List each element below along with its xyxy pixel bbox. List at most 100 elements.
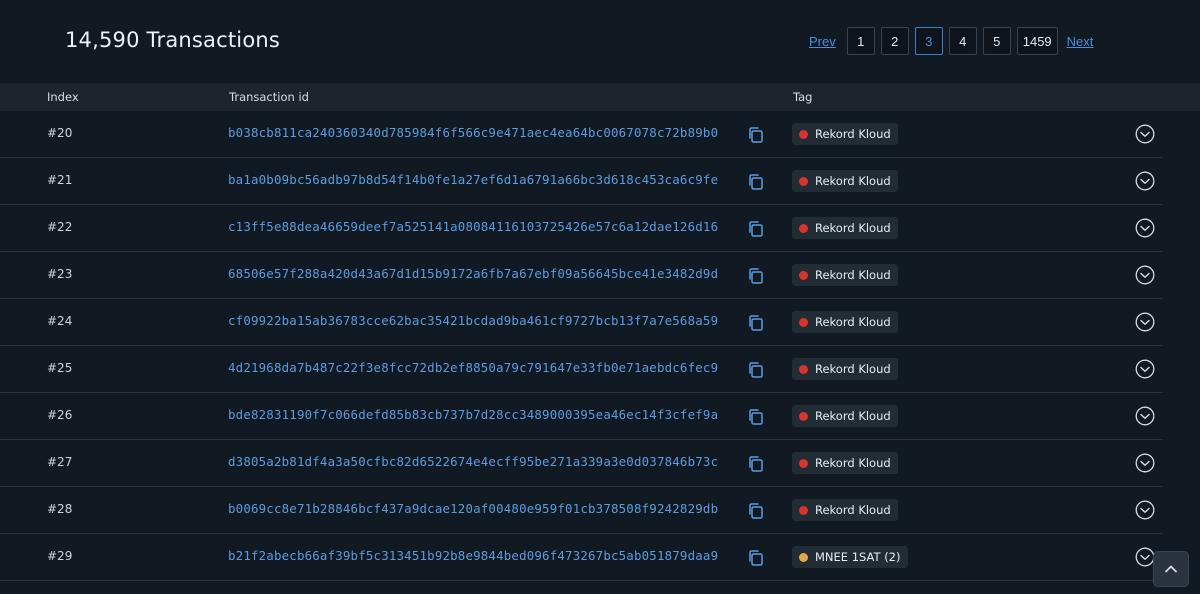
tag-badge[interactable]: Rekord Kloud — [792, 452, 898, 474]
copy-icon[interactable] — [747, 267, 764, 285]
header-tag: Tag — [793, 90, 813, 104]
row-index: #24 — [47, 314, 73, 328]
table-row: #25 4d21968da7b487c22f3e8fcc72db2ef8850a… — [0, 346, 1163, 393]
expand-row-button[interactable] — [1135, 500, 1155, 520]
table-row: #24 cf09922ba15ab36783cce62bac35421bcdad… — [0, 299, 1163, 346]
scroll-to-top-button[interactable] — [1153, 551, 1189, 587]
table-row: #28 b0069cc8e71b28846bcf437a9dcae120af00… — [0, 487, 1163, 534]
page-button-2[interactable]: 2 — [880, 27, 909, 55]
page-title: 14,590 Transactions — [65, 28, 281, 52]
tag-badge[interactable]: Rekord Kloud — [792, 311, 898, 333]
chevron-down-circle-icon — [1135, 312, 1155, 332]
row-index: #27 — [47, 455, 73, 469]
transaction-id-link[interactable]: b0069cc8e71b28846bcf437a9dcae120af00480e… — [228, 501, 718, 516]
expand-row-button[interactable] — [1135, 453, 1155, 473]
transactions-table-body: #20 b038cb811ca240360340d785984f6f566c9e… — [0, 111, 1200, 581]
tag-status-dot — [799, 270, 808, 280]
row-index: #29 — [47, 549, 73, 563]
tag-badge[interactable]: MNEE 1SAT (2) — [792, 546, 908, 568]
tag-status-dot — [799, 129, 808, 139]
tag-badge[interactable]: Rekord Kloud — [792, 123, 898, 145]
transaction-id-link[interactable]: 68506e57f288a420d43a67d1d15b9172a6fb7a67… — [228, 266, 718, 281]
table-row: #22 c13ff5e88dea46659deef7a525141a080841… — [0, 205, 1163, 252]
tag-status-dot — [799, 552, 808, 562]
transaction-id-link[interactable]: d3805a2b81df4a3a50cfbc82d6522674e4ecff95… — [228, 454, 718, 469]
table-row: #23 68506e57f288a420d43a67d1d15b9172a6fb… — [0, 252, 1163, 299]
tag-label: Rekord Kloud — [815, 409, 891, 423]
next-link[interactable]: Next — [1064, 34, 1097, 49]
copy-icon[interactable] — [747, 126, 764, 144]
chevron-down-circle-icon — [1135, 547, 1155, 567]
copy-icon[interactable] — [747, 408, 764, 426]
page-button-1[interactable]: 1 — [846, 27, 875, 55]
table-row: #20 b038cb811ca240360340d785984f6f566c9e… — [0, 111, 1163, 158]
transaction-id-link[interactable]: bde82831190f7c066defd85b83cb737b7d28cc34… — [228, 407, 718, 422]
transaction-id-link[interactable]: 4d21968da7b487c22f3e8fcc72db2ef8850a79c7… — [228, 360, 718, 375]
tag-badge[interactable]: Rekord Kloud — [792, 264, 898, 286]
expand-row-button[interactable] — [1135, 218, 1155, 238]
page-button-4[interactable]: 4 — [948, 27, 977, 55]
tag-label: Rekord Kloud — [815, 315, 891, 329]
tag-badge[interactable]: Rekord Kloud — [792, 358, 898, 380]
row-index: #21 — [47, 173, 73, 187]
expand-row-button[interactable] — [1135, 124, 1155, 144]
tag-status-dot — [799, 317, 808, 327]
tag-label: Rekord Kloud — [815, 174, 891, 188]
page-button-5[interactable]: 5 — [982, 27, 1011, 55]
row-index: #22 — [47, 220, 73, 234]
tag-status-dot — [799, 411, 808, 421]
tag-label: Rekord Kloud — [815, 268, 891, 282]
chevron-down-circle-icon — [1135, 453, 1155, 473]
chevron-down-circle-icon — [1135, 265, 1155, 285]
expand-row-button[interactable] — [1135, 359, 1155, 379]
chevron-down-circle-icon — [1135, 359, 1155, 379]
table-row: #27 d3805a2b81df4a3a50cfbc82d6522674e4ec… — [0, 440, 1163, 487]
header-index: Index — [47, 90, 79, 104]
copy-icon[interactable] — [747, 314, 764, 332]
copy-icon[interactable] — [747, 220, 764, 238]
tag-label: Rekord Kloud — [815, 221, 891, 235]
transaction-id-link[interactable]: ba1a0b09bc56adb97b8d54f14b0fe1a27ef6d1a6… — [228, 172, 718, 187]
tag-label: Rekord Kloud — [815, 362, 891, 376]
tag-badge[interactable]: Rekord Kloud — [792, 405, 898, 427]
transaction-id-link[interactable]: cf09922ba15ab36783cce62bac35421bcdad9ba4… — [228, 313, 718, 328]
expand-row-button[interactable] — [1135, 265, 1155, 285]
chevron-down-circle-icon — [1135, 406, 1155, 426]
transactions-page: 14,590 Transactions Prev 1 2 3 4 5 1459 … — [0, 0, 1200, 594]
chevron-down-circle-icon — [1135, 218, 1155, 238]
page-button-3[interactable]: 3 — [914, 27, 943, 55]
chevron-down-circle-icon — [1135, 500, 1155, 520]
expand-row-button[interactable] — [1135, 171, 1155, 191]
expand-row-button[interactable] — [1135, 406, 1155, 426]
table-row: #21 ba1a0b09bc56adb97b8d54f14b0fe1a27ef6… — [0, 158, 1163, 205]
tag-label: Rekord Kloud — [815, 127, 891, 141]
transaction-id-link[interactable]: b038cb811ca240360340d785984f6f566c9e471a… — [228, 125, 718, 140]
copy-icon[interactable] — [747, 455, 764, 473]
tag-label: Rekord Kloud — [815, 503, 891, 517]
copy-icon[interactable] — [747, 502, 764, 520]
page-button-last[interactable]: 1459 — [1016, 27, 1058, 55]
tag-status-dot — [799, 176, 808, 186]
row-index: #20 — [47, 126, 73, 140]
copy-icon[interactable] — [747, 173, 764, 191]
tag-status-dot — [799, 364, 808, 374]
tag-label: Rekord Kloud — [815, 456, 891, 470]
row-index: #25 — [47, 361, 73, 375]
header-transaction-id: Transaction id — [229, 90, 309, 104]
tag-badge[interactable]: Rekord Kloud — [792, 217, 898, 239]
tag-badge[interactable]: Rekord Kloud — [792, 170, 898, 192]
table-header: Index Transaction id Tag — [0, 83, 1200, 111]
tag-status-dot — [799, 505, 808, 515]
expand-row-button[interactable] — [1135, 547, 1155, 567]
tag-badge[interactable]: Rekord Kloud — [792, 499, 898, 521]
pagination: Prev 1 2 3 4 5 1459 Next — [806, 27, 1096, 55]
transaction-id-link[interactable]: c13ff5e88dea46659deef7a525141a0808411610… — [228, 219, 718, 234]
chevron-down-circle-icon — [1135, 171, 1155, 191]
prev-link[interactable]: Prev — [806, 34, 839, 49]
copy-icon[interactable] — [747, 549, 764, 567]
row-index: #26 — [47, 408, 73, 422]
copy-icon[interactable] — [747, 361, 764, 379]
transaction-id-link[interactable]: b21f2abecb66af39bf5c313451b92b8e9844bed0… — [228, 548, 718, 563]
tag-status-dot — [799, 223, 808, 233]
expand-row-button[interactable] — [1135, 312, 1155, 332]
